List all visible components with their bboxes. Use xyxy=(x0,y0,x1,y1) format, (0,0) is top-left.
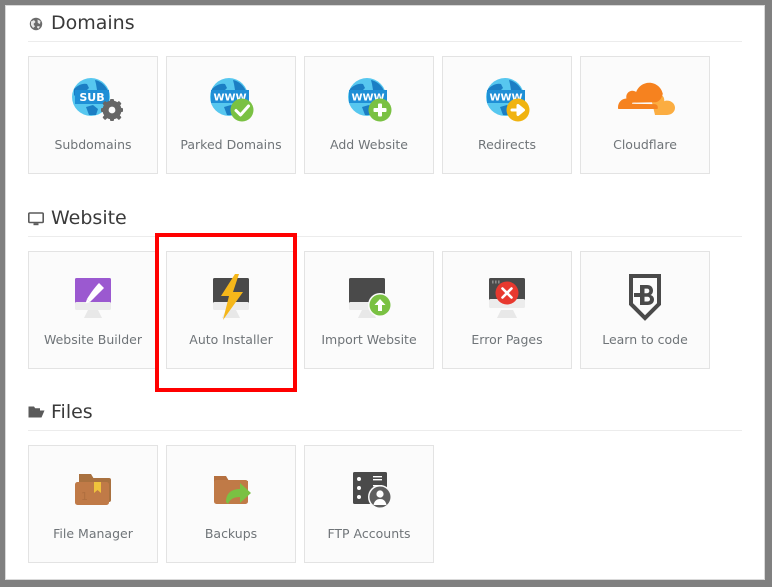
card-grid-website: Website Builder Auto Installer Import We… xyxy=(28,251,764,369)
card-auto-installer[interactable]: Auto Installer xyxy=(166,251,296,369)
card-label: Website Builder xyxy=(43,332,142,347)
card-website-builder[interactable]: Website Builder xyxy=(28,251,158,369)
globe-www-check-icon: WWW xyxy=(199,71,263,133)
card-label: FTP Accounts xyxy=(327,526,411,541)
section-domains: Domains SUB Subdomains WWW Parked Domain… xyxy=(6,14,764,174)
card-parked-domains[interactable]: WWW Parked Domains xyxy=(166,56,296,174)
monitor-error-icon xyxy=(475,266,539,328)
card-label: Parked Domains xyxy=(180,137,282,152)
section-header-website: Website xyxy=(28,209,742,237)
card-redirects[interactable]: WWW Redirects xyxy=(442,56,572,174)
card-label: Auto Installer xyxy=(189,332,273,347)
server-user-icon xyxy=(337,460,401,522)
globe-sub-gear-icon: SUB xyxy=(61,71,125,133)
card-label: Import Website xyxy=(321,332,417,347)
folder-bookmark-icon: 1 xyxy=(61,460,125,522)
card-error-pages[interactable]: Error Pages xyxy=(442,251,572,369)
card-label: Subdomains xyxy=(54,137,132,152)
card-label: Redirects xyxy=(477,137,537,152)
globe-www-arrow-icon: WWW xyxy=(475,71,539,133)
section-website: Website Website Builder Auto Installer I… xyxy=(6,209,764,369)
card-label: Learn to code xyxy=(602,332,688,347)
globe-icon xyxy=(28,16,44,32)
card-subdomains[interactable]: SUB Subdomains xyxy=(28,56,158,174)
card-import-website[interactable]: Import Website xyxy=(304,251,434,369)
card-cloudflare[interactable]: Cloudflare xyxy=(580,56,710,174)
svg-text:SUB: SUB xyxy=(79,91,104,104)
card-label: Cloudflare xyxy=(613,137,677,152)
card-grid-domains: SUB Subdomains WWW Parked Domains WWW Ad… xyxy=(28,56,764,174)
card-learn-to-code[interactable]: Learn to code xyxy=(580,251,710,369)
section-header-files: Files xyxy=(28,403,742,431)
cloudflare-cloud-icon xyxy=(613,71,677,133)
card-file-manager[interactable]: 1 File Manager xyxy=(28,445,158,563)
control-panel-window: Domains SUB Subdomains WWW Parked Domain… xyxy=(5,5,765,580)
section-title-website: Website xyxy=(51,207,127,229)
monitor-upload-icon xyxy=(337,266,401,328)
card-add-website[interactable]: WWW Add Website xyxy=(304,56,434,174)
section-files: Files 1 File Manager Backups FTP Account… xyxy=(6,403,764,563)
section-title-files: Files xyxy=(51,401,93,423)
card-label: Backups xyxy=(204,526,258,541)
card-ftp-accounts[interactable]: FTP Accounts xyxy=(304,445,434,563)
monitor-bolt-icon xyxy=(199,266,263,328)
card-backups[interactable]: Backups xyxy=(166,445,296,563)
monitor-brush-icon xyxy=(61,266,125,328)
card-label: File Manager xyxy=(53,526,133,541)
svg-text:1: 1 xyxy=(81,490,88,503)
folder-arrow-icon xyxy=(199,460,263,522)
globe-www-plus-icon: WWW xyxy=(337,71,401,133)
monitor-icon xyxy=(28,211,44,227)
card-label: Error Pages xyxy=(471,332,543,347)
folder-open-icon xyxy=(28,405,45,421)
section-title-domains: Domains xyxy=(51,12,135,34)
card-grid-files: 1 File Manager Backups FTP Accounts xyxy=(28,445,764,563)
section-header-domains: Domains xyxy=(28,14,742,42)
card-label: Add Website xyxy=(329,137,408,152)
shield-b-icon xyxy=(613,266,677,328)
